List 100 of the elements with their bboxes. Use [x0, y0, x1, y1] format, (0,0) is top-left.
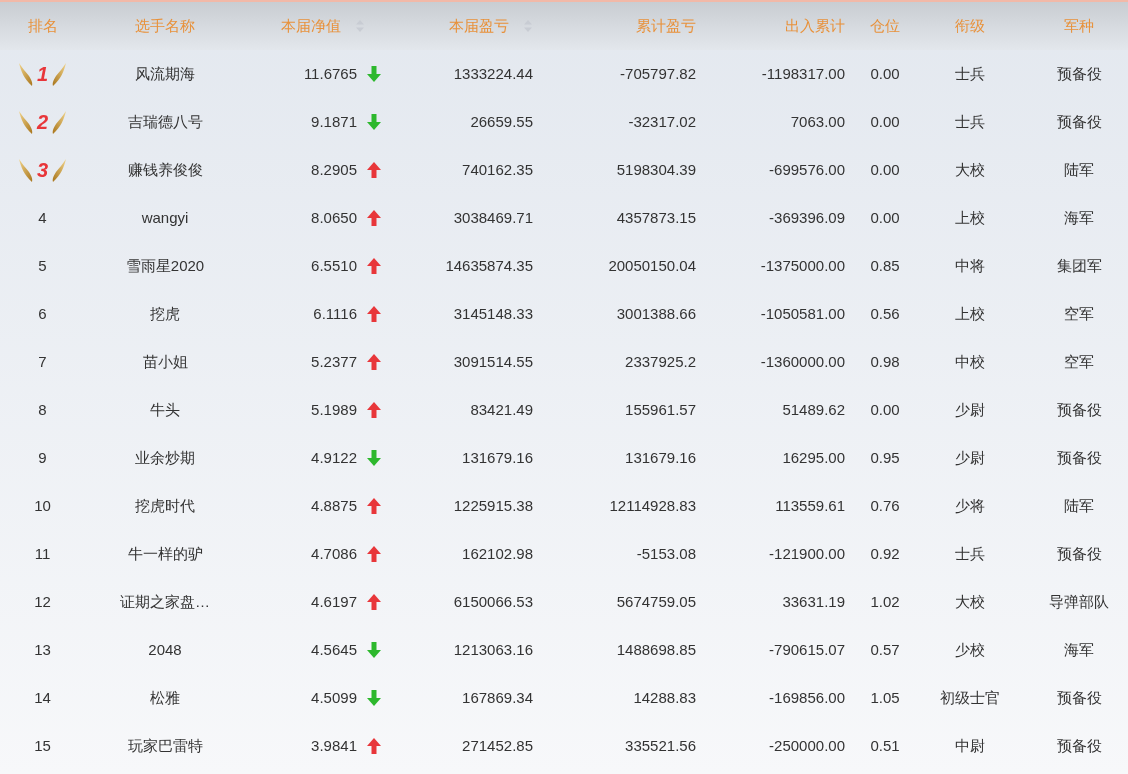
profit-value: 26659.55	[470, 111, 533, 132]
net-value: 3.9841	[311, 735, 357, 756]
rank-number: 5	[38, 255, 47, 276]
position-value: 0.00	[870, 399, 900, 420]
service-branch: 海军	[1064, 207, 1094, 228]
service-branch: 陆军	[1064, 159, 1094, 180]
cumulative-profit: 131679.16	[625, 447, 696, 468]
wing-icon	[17, 61, 34, 87]
rank-number: 1	[36, 64, 49, 84]
player-name: wangyi	[141, 207, 189, 228]
service-branch: 预备役	[1056, 63, 1102, 84]
net-value: 6.1116	[313, 303, 357, 324]
in-out-total: -1198317.00	[761, 63, 845, 84]
service-branch: 空军	[1064, 303, 1094, 324]
rank-number: 6	[38, 303, 47, 324]
net-value: 4.5645	[311, 639, 357, 660]
military-rank: 初级士官	[940, 687, 1000, 708]
in-out-total: -699576.00	[769, 159, 845, 180]
military-rank: 少校	[955, 639, 985, 660]
military-rank: 中校	[955, 351, 985, 372]
service-branch: 空军	[1064, 351, 1094, 372]
military-rank: 士兵	[955, 543, 985, 564]
wing-icon	[51, 157, 68, 183]
player-name: 吉瑞德八号	[127, 111, 203, 132]
position-value: 0.00	[870, 207, 900, 228]
column-header: 选手名称	[135, 15, 195, 36]
net-value: 5.2377	[311, 351, 357, 372]
rank-number: 14	[34, 687, 51, 708]
in-out-total: -250000.00	[769, 735, 845, 756]
cumulative-profit: 5674759.05	[616, 591, 696, 612]
military-rank: 上校	[955, 303, 985, 324]
wing-icon	[51, 109, 68, 135]
player-name: 牛一样的驴	[127, 543, 203, 564]
column-header: 出入累计	[785, 15, 845, 36]
player-name: 证期之家盘…	[120, 591, 210, 612]
net-value: 4.7086	[311, 543, 357, 564]
position-value: 0.92	[870, 543, 900, 564]
position-value: 0.98	[870, 351, 900, 372]
in-out-total: 7063.00	[790, 111, 845, 132]
rank-number: 10	[34, 495, 51, 516]
rank-number: 3	[36, 160, 49, 180]
player-name: 业余炒期	[135, 447, 195, 468]
military-rank: 士兵	[955, 63, 985, 84]
profit-value: 3038469.71	[453, 207, 533, 228]
military-rank: 中将	[955, 255, 985, 276]
cumulative-profit: 1488698.85	[616, 639, 696, 660]
profit-value: 3091514.55	[453, 351, 533, 372]
player-name: 挖虎时代	[135, 495, 195, 516]
position-value: 0.76	[870, 495, 900, 516]
in-out-total: -1050581.00	[760, 303, 845, 324]
cumulative-profit: 3001388.66	[616, 303, 696, 324]
profit-value: 1225915.38	[453, 495, 533, 516]
rank-number: 12	[34, 591, 51, 612]
military-rank: 少将	[955, 495, 985, 516]
position-value: 0.85	[870, 255, 900, 276]
position-value: 0.00	[870, 111, 900, 132]
profit-value: 740162.35	[462, 159, 533, 180]
player-name: 牛头	[150, 399, 180, 420]
in-out-total: -1360000.00	[760, 351, 845, 372]
rank-number: 8	[38, 399, 47, 420]
in-out-total: -121900.00	[769, 543, 845, 564]
military-rank: 大校	[955, 159, 985, 180]
profit-value: 162102.98	[462, 543, 533, 564]
rank-number: 2	[36, 112, 49, 132]
column-header[interactable]: 本届盈亏	[449, 14, 533, 38]
position-value: 0.95	[870, 447, 900, 468]
net-value: 4.9122	[311, 447, 357, 468]
net-value: 8.2905	[311, 159, 357, 180]
position-value: 1.05	[870, 687, 900, 708]
service-branch: 导弹部队	[1049, 591, 1109, 612]
in-out-total: 33631.19	[782, 591, 845, 612]
column-header[interactable]: 本届净值	[281, 14, 365, 38]
profit-value: 131679.16	[462, 447, 533, 468]
wing-icon	[51, 61, 68, 87]
cumulative-profit: 335521.56	[625, 735, 696, 756]
in-out-total: 51489.62	[782, 399, 845, 420]
military-rank: 大校	[955, 591, 985, 612]
profit-value: 83421.49	[470, 399, 533, 420]
profit-value: 1333224.44	[453, 63, 533, 84]
player-name: 松雅	[150, 687, 180, 708]
profit-value: 271452.85	[462, 735, 533, 756]
rank-number: 4	[38, 207, 47, 228]
profit-value: 1213063.16	[453, 639, 533, 660]
cumulative-profit: 155961.57	[625, 399, 696, 420]
column-header: 衔级	[955, 15, 985, 36]
service-branch: 预备役	[1056, 111, 1102, 132]
position-value: 0.57	[870, 639, 900, 660]
player-name: 风流期海	[135, 63, 195, 84]
net-value: 4.8875	[311, 495, 357, 516]
rank-number: 9	[38, 447, 47, 468]
cumulative-profit: -32317.02	[628, 111, 696, 132]
cumulative-profit: 4357873.15	[616, 207, 696, 228]
player-name: 苗小姐	[142, 351, 188, 372]
column-header: 累计盈亏	[636, 15, 696, 36]
cumulative-profit: 20050150.04	[608, 255, 696, 276]
military-rank: 少尉	[955, 447, 985, 468]
player-name: 2048	[148, 639, 182, 660]
net-value: 4.6197	[311, 591, 357, 612]
cumulative-profit: 12114928.83	[609, 495, 696, 516]
position-value: 0.56	[870, 303, 900, 324]
